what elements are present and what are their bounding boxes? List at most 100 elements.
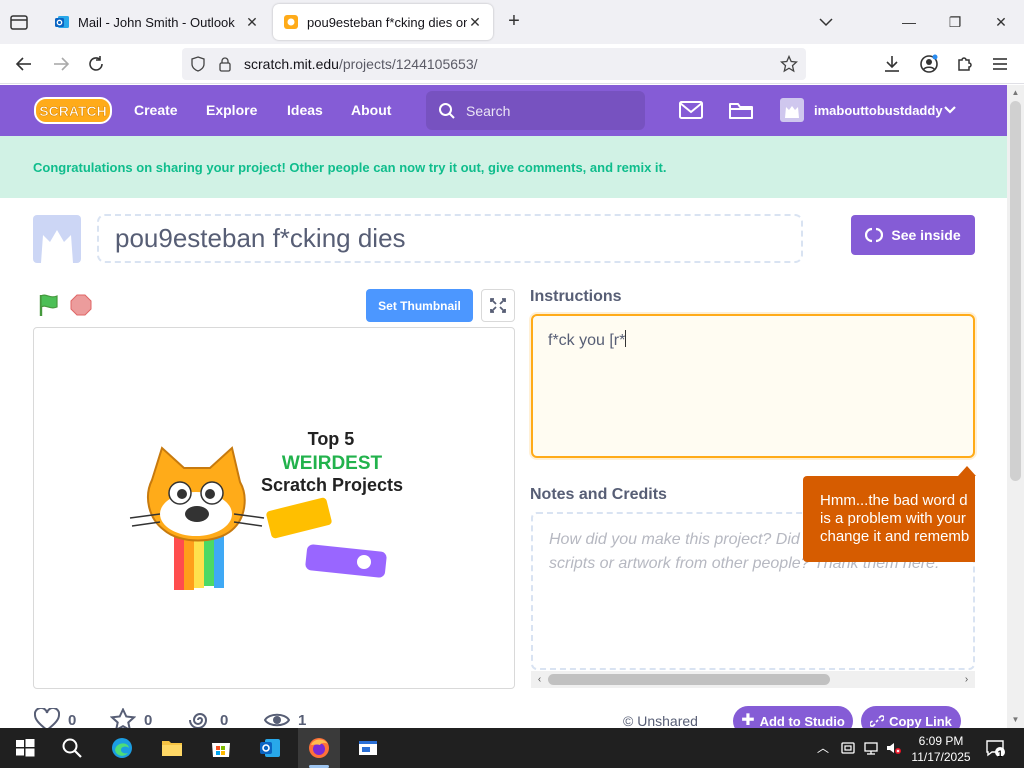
notification-center-icon[interactable]: 1 bbox=[985, 739, 1005, 759]
views-count: 1 bbox=[298, 711, 307, 729]
clock-time: 6:09 PM bbox=[918, 734, 964, 748]
project-stage[interactable]: Top 5 WEIRDEST Scratch Projects bbox=[33, 327, 515, 689]
downloads-icon[interactable] bbox=[881, 53, 903, 75]
search-icon[interactable] bbox=[60, 736, 84, 760]
outlook-icon bbox=[55, 16, 69, 28]
validation-line2: is a problem with your bbox=[820, 510, 966, 527]
tab-outlook[interactable]: Mail - John Smith - Outlook ✕ bbox=[44, 4, 270, 40]
app-menu-icon[interactable] bbox=[989, 53, 1011, 75]
scroll-right-arrow-icon[interactable]: › bbox=[961, 674, 972, 685]
url-host: scratch.mit.edu bbox=[244, 56, 339, 72]
tab-scratch-project[interactable]: pou9esteban f*cking dies on Sc ✕ bbox=[273, 4, 493, 40]
forward-arrow-icon[interactable] bbox=[50, 53, 72, 75]
reload-icon[interactable] bbox=[85, 53, 107, 75]
code-block-icon bbox=[266, 497, 387, 578]
share-status: © Unshared bbox=[623, 713, 698, 729]
notes-horizontal-scrollbar[interactable]: ‹ › bbox=[531, 671, 975, 688]
notification-count-badge: 1 bbox=[997, 749, 1003, 759]
add-to-studio-label: Add to Studio bbox=[759, 713, 845, 729]
scratch-cat-icon bbox=[129, 446, 265, 542]
validation-line1: Hmm...the bad word d bbox=[820, 492, 968, 509]
green-flag-icon[interactable] bbox=[36, 292, 62, 318]
back-arrow-icon[interactable] bbox=[13, 53, 35, 75]
love-count: 0 bbox=[68, 711, 77, 729]
browser-tab-strip: Mail - John Smith - Outlook ✕ pou9esteba… bbox=[0, 0, 1024, 44]
scroll-up-arrow-icon[interactable]: ▲ bbox=[1011, 88, 1020, 97]
validation-line3: change it and rememb bbox=[820, 528, 970, 545]
close-window-icon[interactable]: ✕ bbox=[989, 10, 1013, 34]
chevron-up-icon[interactable]: ︿ bbox=[815, 740, 831, 756]
search-input[interactable] bbox=[466, 101, 626, 121]
project-title-input[interactable]: pou9esteban f*cking dies bbox=[97, 214, 803, 263]
close-tab-icon[interactable]: ✕ bbox=[244, 14, 260, 30]
network-icon[interactable] bbox=[863, 740, 879, 756]
windows-taskbar: ︿ 6:09 PM 11/17/2025 1 bbox=[0, 728, 1024, 768]
fullscreen-button[interactable] bbox=[481, 289, 515, 322]
thumbnail-line3: Scratch Projects bbox=[261, 475, 403, 495]
browser-nav-bar: scratch.mit.edu/projects/1244105653/ bbox=[0, 44, 1024, 84]
outlook-app-icon[interactable] bbox=[258, 736, 282, 760]
microsoft-store-icon[interactable] bbox=[209, 736, 233, 760]
stop-icon[interactable] bbox=[70, 294, 92, 316]
maximize-icon[interactable]: ❐ bbox=[943, 10, 967, 34]
share-success-banner: Congratulations on sharing your project!… bbox=[0, 136, 1007, 198]
username[interactable]: imabouttobustdaddy bbox=[814, 103, 943, 118]
project-author-avatar[interactable] bbox=[33, 215, 81, 263]
new-tab-plus-icon[interactable]: + bbox=[503, 11, 525, 33]
share-status-text: Unshared bbox=[637, 713, 698, 729]
scroll-left-arrow-icon[interactable]: ‹ bbox=[534, 674, 545, 685]
minimize-icon[interactable]: — bbox=[897, 10, 921, 34]
instructions-textarea[interactable]: f*ck you [r* bbox=[531, 314, 975, 458]
chevron-down-icon[interactable] bbox=[943, 104, 957, 116]
notes-label: Notes and Credits bbox=[530, 486, 667, 503]
page-scrollbar[interactable]: ▲ ▼ bbox=[1007, 85, 1024, 728]
scratch-logo[interactable]: SCRATCH bbox=[34, 95, 112, 125]
tab-title: pou9esteban f*cking dies on Sc bbox=[307, 14, 467, 30]
url-text: scratch.mit.edu/projects/1244105653/ bbox=[244, 56, 478, 72]
remix-count: 0 bbox=[220, 711, 229, 729]
user-avatar[interactable] bbox=[780, 98, 804, 122]
firefox-icon[interactable] bbox=[307, 736, 331, 760]
instructions-label: Instructions bbox=[530, 288, 622, 305]
scroll-down-arrow-icon[interactable]: ▼ bbox=[1011, 715, 1020, 724]
clock-date: 11/17/2025 bbox=[911, 750, 971, 764]
window-app-icon[interactable] bbox=[356, 736, 380, 760]
tab-title: Mail - John Smith - Outlook bbox=[78, 14, 235, 30]
stage-thumbnail-image: Top 5 WEIRDEST Scratch Projects bbox=[129, 429, 403, 590]
list-all-tabs-chevron-icon[interactable] bbox=[814, 10, 838, 34]
volume-muted-icon[interactable] bbox=[885, 740, 901, 756]
account-icon[interactable] bbox=[918, 53, 940, 75]
scrollbar-thumb[interactable] bbox=[1010, 101, 1021, 481]
close-tab-icon[interactable]: ✕ bbox=[467, 14, 483, 30]
file-explorer-folder-icon[interactable] bbox=[160, 736, 184, 760]
my-stuff-folder-icon[interactable] bbox=[728, 99, 754, 121]
validation-tooltip-notch bbox=[958, 466, 976, 476]
menu-ideas[interactable]: Ideas bbox=[287, 102, 323, 118]
set-thumbnail-button[interactable]: Set Thumbnail bbox=[366, 289, 473, 322]
windows-start-icon[interactable] bbox=[13, 736, 37, 760]
menu-create[interactable]: Create bbox=[134, 102, 178, 118]
extensions-puzzle-icon[interactable] bbox=[954, 53, 976, 75]
banner-text: Congratulations on sharing your project!… bbox=[33, 160, 667, 175]
menu-about[interactable]: About bbox=[351, 102, 391, 118]
messages-envelope-icon[interactable] bbox=[678, 99, 704, 121]
validation-tooltip: Hmm...the bad word d is a problem with y… bbox=[803, 476, 975, 562]
link-icon bbox=[870, 715, 885, 727]
see-inside-button[interactable]: See inside bbox=[851, 215, 975, 255]
system-clock[interactable]: 6:09 PM 11/17/2025 bbox=[906, 733, 976, 765]
meet-now-icon[interactable] bbox=[840, 740, 856, 756]
search-box[interactable] bbox=[426, 91, 645, 130]
see-inside-label: See inside bbox=[891, 227, 961, 243]
scrollbar-thumb[interactable] bbox=[548, 674, 830, 685]
menu-explore[interactable]: Explore bbox=[206, 102, 257, 118]
tab-list-icon[interactable] bbox=[8, 11, 32, 33]
lock-icon[interactable] bbox=[218, 56, 232, 72]
bookmark-star-icon[interactable] bbox=[780, 55, 798, 73]
plus-icon: ✚ bbox=[741, 712, 755, 729]
tracking-shield-icon[interactable] bbox=[190, 56, 206, 72]
text-cursor bbox=[625, 330, 627, 347]
instructions-value: f*ck you [r* bbox=[548, 332, 626, 349]
edge-browser-icon[interactable] bbox=[110, 736, 134, 760]
address-bar[interactable]: scratch.mit.edu/projects/1244105653/ bbox=[182, 48, 806, 80]
url-path: /projects/1244105653/ bbox=[338, 56, 478, 72]
